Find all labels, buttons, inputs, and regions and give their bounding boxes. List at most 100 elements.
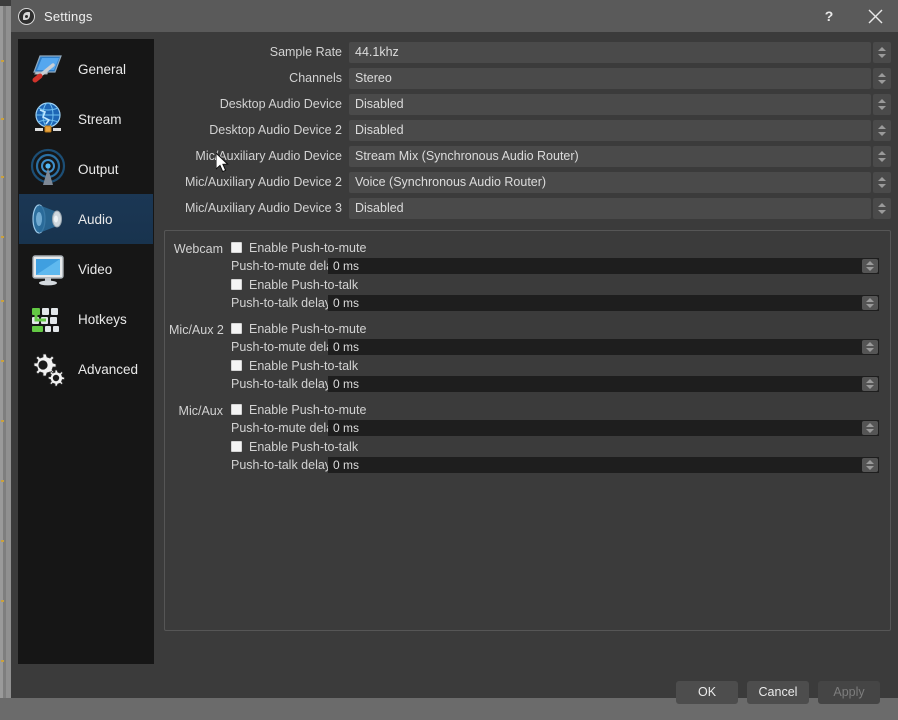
push-to-talk-delay-arrows[interactable] <box>862 377 878 391</box>
close-icon <box>868 9 883 24</box>
backdrop-tick <box>1 176 4 178</box>
desktop-audio-device-2-combo[interactable]: Disabled <box>349 120 871 141</box>
cancel-button[interactable]: Cancel <box>747 681 809 704</box>
push-to-mute-delay-arrows[interactable] <box>862 340 878 354</box>
window-title: Settings <box>44 9 93 24</box>
mic-aux-audio-device-3-combo[interactable]: Disabled <box>349 198 871 219</box>
combo-wrap: Disabled <box>349 198 891 219</box>
apply-button: Apply <box>818 681 880 704</box>
enable-push-to-mute-label: Enable Push-to-mute <box>249 403 366 417</box>
sidebar-item-output[interactable]: Output <box>19 144 153 194</box>
enable-push-to-mute-checkbox[interactable] <box>231 323 242 334</box>
push-to-talk-delay-spinbox[interactable]: 0 ms <box>328 295 879 311</box>
ptt-device-grid: Webcam Enable Push-to-mute Push-to-mute … <box>169 239 879 313</box>
push-to-mute-delay-arrows[interactable] <box>862 259 878 273</box>
push-to-mute-delay-label: Push-to-mute delay <box>231 340 328 354</box>
setting-row-mic-auxiliary-audio-device: Mic/Auxiliary Audio Device Stream Mix (S… <box>164 143 891 169</box>
row-label: Desktop Audio Device 2 <box>164 123 349 137</box>
push-to-talk-row: Enable Push-to-talk <box>231 357 879 374</box>
setting-row-desktop-audio-device: Desktop Audio Device Disabled <box>164 91 891 117</box>
setting-row-channels: Channels Stereo <box>164 65 891 91</box>
chevron-down-icon <box>878 158 886 162</box>
push-to-mute-delay-spinbox[interactable]: 0 ms <box>328 339 879 355</box>
settings-category-list[interactable]: General <box>18 39 154 664</box>
push-to-mute-delay-arrows[interactable] <box>862 421 878 435</box>
chevron-up-icon <box>866 379 874 383</box>
channels-combo[interactable]: Stereo <box>349 68 871 89</box>
backdrop-tick <box>1 360 4 362</box>
row-label: Desktop Audio Device <box>164 97 349 111</box>
push-to-mute-delay-spinbox[interactable]: 0 ms <box>328 258 879 274</box>
chevron-down-icon <box>866 348 874 352</box>
backdrop-tick <box>1 300 4 302</box>
sidebar-item-video[interactable]: Video <box>19 244 153 294</box>
mic-aux-audio-device-2-combo[interactable]: Voice (Synchronous Audio Router) <box>349 172 871 193</box>
ok-button[interactable]: OK <box>676 681 738 704</box>
sidebar-item-advanced[interactable]: Advanced <box>19 344 153 394</box>
chevron-up-icon <box>878 99 886 103</box>
ptt-device-rows: Enable Push-to-mute Push-to-mute delay 0… <box>231 320 879 394</box>
chevron-up-icon <box>866 460 874 464</box>
output-icon <box>27 148 69 190</box>
push-to-mute-delay-row: Push-to-mute delay 0 ms <box>231 338 879 355</box>
sidebar-item-general[interactable]: General <box>19 44 153 94</box>
desktop-audio-device-combo[interactable]: Disabled <box>349 94 871 115</box>
chevron-up-icon <box>878 73 886 77</box>
chevron-up-icon <box>866 298 874 302</box>
sidebar-item-hotkeys[interactable]: Hotkeys <box>19 294 153 344</box>
push-to-talk-delay-spinbox[interactable]: 0 ms <box>328 457 879 473</box>
ptt-device-block-mic-aux: Mic/Aux Enable Push-to-mute Push-to-mute… <box>169 401 879 475</box>
chevron-up-icon <box>878 47 886 51</box>
chevron-up-icon <box>878 151 886 155</box>
push-to-mute-delay-spinbox[interactable]: 0 ms <box>328 420 879 436</box>
push-to-talk-row: Enable Push-to-talk <box>231 438 879 455</box>
mic-aux-audio-device-3-combo-arrows[interactable] <box>873 198 891 219</box>
channels-combo-arrows[interactable] <box>873 68 891 89</box>
enable-push-to-talk-checkbox[interactable] <box>231 360 242 371</box>
combo-wrap: Stream Mix (Synchronous Audio Router) <box>349 146 891 167</box>
close-button[interactable] <box>852 0 898 32</box>
row-label: Mic/Auxiliary Audio Device 3 <box>164 201 349 215</box>
sample-rate-combo-arrows[interactable] <box>873 42 891 63</box>
ptt-device-name: Mic/Aux 2 <box>169 320 231 394</box>
ptt-device-rows: Enable Push-to-mute Push-to-mute delay 0… <box>231 401 879 475</box>
push-to-talk-delay-spinbox[interactable]: 0 ms <box>328 376 879 392</box>
push-to-talk-delay-arrows[interactable] <box>862 296 878 310</box>
advanced-icon <box>27 348 69 390</box>
sidebar-item-audio[interactable]: Audio <box>19 194 153 244</box>
title-bar[interactable]: Settings ? <box>11 0 898 32</box>
chevron-up-icon <box>878 203 886 207</box>
chevron-down-icon <box>866 304 874 308</box>
push-to-talk-delay-label: Push-to-talk delay <box>231 296 328 310</box>
general-icon <box>27 48 69 90</box>
sidebar-item-stream[interactable]: Stream <box>19 94 153 144</box>
chevron-up-icon <box>866 423 874 427</box>
enable-push-to-talk-checkbox[interactable] <box>231 441 242 452</box>
push-to-talk-delay-arrows[interactable] <box>862 458 878 472</box>
mic-aux-audio-device-combo-arrows[interactable] <box>873 146 891 167</box>
setting-row-sample-rate: Sample Rate 44.1khz <box>164 39 891 65</box>
desktop-audio-device-combo-arrows[interactable] <box>873 94 891 115</box>
enable-push-to-mute-checkbox[interactable] <box>231 242 242 253</box>
mic-aux-audio-device-combo[interactable]: Stream Mix (Synchronous Audio Router) <box>349 146 871 167</box>
help-button[interactable]: ? <box>806 0 852 32</box>
ptt-device-grid: Mic/Aux Enable Push-to-mute Push-to-mute… <box>169 401 879 475</box>
sidebar-item-label: Hotkeys <box>78 312 127 327</box>
row-label: Sample Rate <box>164 45 349 59</box>
enable-push-to-mute-checkbox[interactable] <box>231 404 242 415</box>
push-to-talk-delay-label: Push-to-talk delay <box>231 458 328 472</box>
push-to-mute-delay-row: Push-to-mute delay 0 ms <box>231 419 879 436</box>
chevron-up-icon <box>866 342 874 346</box>
audio-icon <box>27 198 69 240</box>
backdrop-tick <box>1 118 4 120</box>
chevron-down-icon <box>866 429 874 433</box>
sample-rate-combo[interactable]: 44.1khz <box>349 42 871 63</box>
mic-aux-audio-device-2-combo-arrows[interactable] <box>873 172 891 193</box>
push-to-talk-delay-row: Push-to-talk delay 0 ms <box>231 375 879 392</box>
combo-wrap: Stereo <box>349 68 891 89</box>
chevron-down-icon <box>878 106 886 110</box>
ptt-device-block-webcam: Webcam Enable Push-to-mute Push-to-mute … <box>169 239 879 313</box>
desktop-audio-device-2-combo-arrows[interactable] <box>873 120 891 141</box>
sidebar-item-label: Stream <box>78 112 122 127</box>
enable-push-to-talk-checkbox[interactable] <box>231 279 242 290</box>
